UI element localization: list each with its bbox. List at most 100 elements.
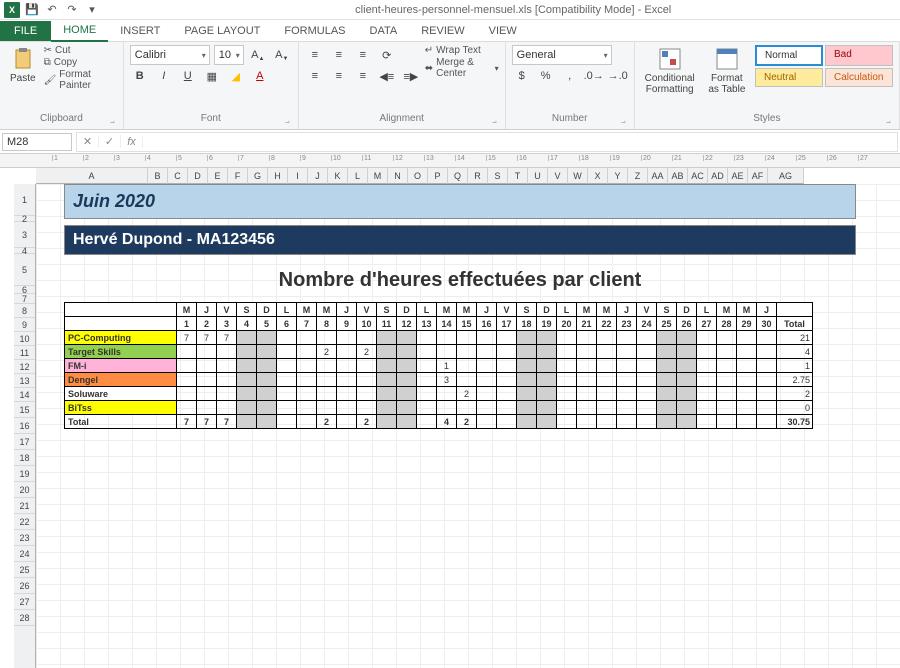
decrease-indent-button[interactable]: ◀≡ bbox=[377, 66, 397, 86]
conditional-formatting-button[interactable]: Conditional Formatting bbox=[641, 45, 699, 97]
redo-icon[interactable]: ↷ bbox=[64, 2, 80, 18]
merge-center-button[interactable]: ⬌Merge & Center▾ bbox=[425, 57, 499, 79]
table-row[interactable]: Dengel32.75 bbox=[65, 373, 813, 387]
column-header[interactable]: AC bbox=[688, 168, 708, 184]
row-header[interactable]: 15 bbox=[14, 402, 35, 418]
column-header[interactable]: X bbox=[588, 168, 608, 184]
tab-data[interactable]: DATA bbox=[358, 21, 410, 41]
column-header[interactable]: AA bbox=[648, 168, 668, 184]
column-header[interactable]: B bbox=[148, 168, 168, 184]
wrap-text-button[interactable]: ↵Wrap Text bbox=[425, 45, 499, 56]
column-header[interactable]: AG bbox=[768, 168, 804, 184]
row-header[interactable]: 17 bbox=[14, 434, 35, 450]
cut-button[interactable]: ✂Cut bbox=[44, 45, 117, 56]
column-header[interactable]: AE bbox=[728, 168, 748, 184]
copy-button[interactable]: ⧉Copy bbox=[44, 57, 117, 68]
align-left-button[interactable]: ≡ bbox=[305, 66, 325, 86]
align-center-button[interactable]: ≡ bbox=[329, 66, 349, 86]
row-header[interactable]: 24 bbox=[14, 546, 35, 562]
borders-button[interactable]: ▦ bbox=[202, 66, 222, 86]
align-middle-button[interactable]: ≡ bbox=[329, 45, 349, 65]
italic-button[interactable]: I bbox=[154, 66, 174, 86]
column-header[interactable]: V bbox=[548, 168, 568, 184]
table-row[interactable]: BiTss0 bbox=[65, 401, 813, 415]
row-header[interactable]: 26 bbox=[14, 578, 35, 594]
tab-home[interactable]: HOME bbox=[51, 20, 108, 42]
row-header[interactable]: 12 bbox=[14, 360, 35, 374]
hours-table[interactable]: MJVSDLMMJVSDLMMJVSDLMMJVSDLMMJ1234567891… bbox=[64, 302, 813, 429]
table-row[interactable]: Target Skills224 bbox=[65, 345, 813, 359]
table-row[interactable]: Soluware22 bbox=[65, 387, 813, 401]
align-right-button[interactable]: ≡ bbox=[353, 66, 373, 86]
column-header[interactable]: Z bbox=[628, 168, 648, 184]
column-header[interactable]: T bbox=[508, 168, 528, 184]
column-header[interactable]: C bbox=[168, 168, 188, 184]
person-banner[interactable]: Hervé Dupond - MA123456 bbox=[64, 225, 856, 255]
table-total-row[interactable]: Total777224230.75 bbox=[65, 415, 813, 429]
accept-formula-button[interactable]: ✓ bbox=[99, 135, 121, 148]
table-row[interactable]: FM-i11 bbox=[65, 359, 813, 373]
align-top-button[interactable]: ≡ bbox=[305, 45, 325, 65]
qat-dropdown-icon[interactable]: ▾ bbox=[84, 2, 100, 18]
fill-color-button[interactable]: ◢ bbox=[226, 66, 246, 86]
row-header[interactable]: 13 bbox=[14, 374, 35, 388]
percent-format-button[interactable]: % bbox=[536, 66, 556, 86]
cell-style-calculation[interactable]: Calculation bbox=[825, 68, 893, 87]
increase-decimal-button[interactable]: .0→ bbox=[584, 66, 604, 86]
column-header[interactable]: I bbox=[288, 168, 308, 184]
fx-icon[interactable]: fx bbox=[121, 136, 143, 148]
column-header[interactable]: M bbox=[368, 168, 388, 184]
tab-page-layout[interactable]: PAGE LAYOUT bbox=[172, 21, 272, 41]
column-header[interactable]: AD bbox=[708, 168, 728, 184]
decrease-decimal-button[interactable]: →.0 bbox=[608, 66, 628, 86]
number-format-select[interactable]: General bbox=[512, 45, 612, 65]
row-header[interactable]: 28 bbox=[14, 610, 35, 626]
row-header[interactable]: 5 bbox=[14, 254, 35, 286]
row-header[interactable]: 21 bbox=[14, 498, 35, 514]
row-header[interactable]: 27 bbox=[14, 594, 35, 610]
name-box[interactable]: M28 bbox=[2, 133, 72, 151]
format-as-table-button[interactable]: Format as Table bbox=[703, 45, 751, 97]
row-header[interactable]: 23 bbox=[14, 530, 35, 546]
month-banner[interactable]: Juin 2020 bbox=[64, 184, 856, 219]
row-header[interactable]: 20 bbox=[14, 482, 35, 498]
row-header[interactable]: 7 bbox=[14, 294, 35, 304]
increase-indent-button[interactable]: ≡▶ bbox=[401, 66, 421, 86]
column-header[interactable]: J bbox=[308, 168, 328, 184]
column-header[interactable]: G bbox=[248, 168, 268, 184]
row-headers[interactable]: 1234567891011121314151617181920212223242… bbox=[14, 184, 36, 668]
row-header[interactable]: 18 bbox=[14, 450, 35, 466]
cell-style-bad[interactable]: Bad bbox=[825, 45, 893, 66]
comma-format-button[interactable]: , bbox=[560, 66, 580, 86]
column-header[interactable]: H bbox=[268, 168, 288, 184]
column-header[interactable]: S bbox=[488, 168, 508, 184]
font-name-select[interactable]: Calibri bbox=[130, 45, 210, 65]
row-header[interactable]: 14 bbox=[14, 388, 35, 402]
shrink-font-button[interactable]: A▼ bbox=[272, 45, 292, 65]
column-header[interactable]: P bbox=[428, 168, 448, 184]
bold-button[interactable]: B bbox=[130, 66, 150, 86]
grow-font-button[interactable]: A▲ bbox=[248, 45, 268, 65]
column-header[interactable]: D bbox=[188, 168, 208, 184]
column-header[interactable]: L bbox=[348, 168, 368, 184]
font-color-button[interactable]: A bbox=[250, 66, 270, 86]
sheet-title[interactable]: Nombre d'heures effectuées par client bbox=[64, 269, 856, 292]
undo-icon[interactable]: ↶ bbox=[44, 2, 60, 18]
column-header[interactable]: R bbox=[468, 168, 488, 184]
paste-button[interactable]: Paste bbox=[6, 45, 40, 86]
column-header[interactable]: F bbox=[228, 168, 248, 184]
row-header[interactable]: 6 bbox=[14, 286, 35, 294]
column-header[interactable]: A bbox=[36, 168, 148, 184]
align-bottom-button[interactable]: ≡ bbox=[353, 45, 373, 65]
column-header[interactable]: O bbox=[408, 168, 428, 184]
column-header[interactable]: U bbox=[528, 168, 548, 184]
row-header[interactable]: 10 bbox=[14, 332, 35, 346]
row-header[interactable]: 9 bbox=[14, 318, 35, 332]
row-header[interactable]: 19 bbox=[14, 466, 35, 482]
row-header[interactable]: 11 bbox=[14, 346, 35, 360]
cancel-formula-button[interactable]: ✕ bbox=[77, 135, 99, 148]
format-painter-button[interactable]: 🖌Format Painter bbox=[44, 69, 117, 91]
column-header[interactable]: Y bbox=[608, 168, 628, 184]
row-header[interactable]: 16 bbox=[14, 418, 35, 434]
row-header[interactable]: 25 bbox=[14, 562, 35, 578]
